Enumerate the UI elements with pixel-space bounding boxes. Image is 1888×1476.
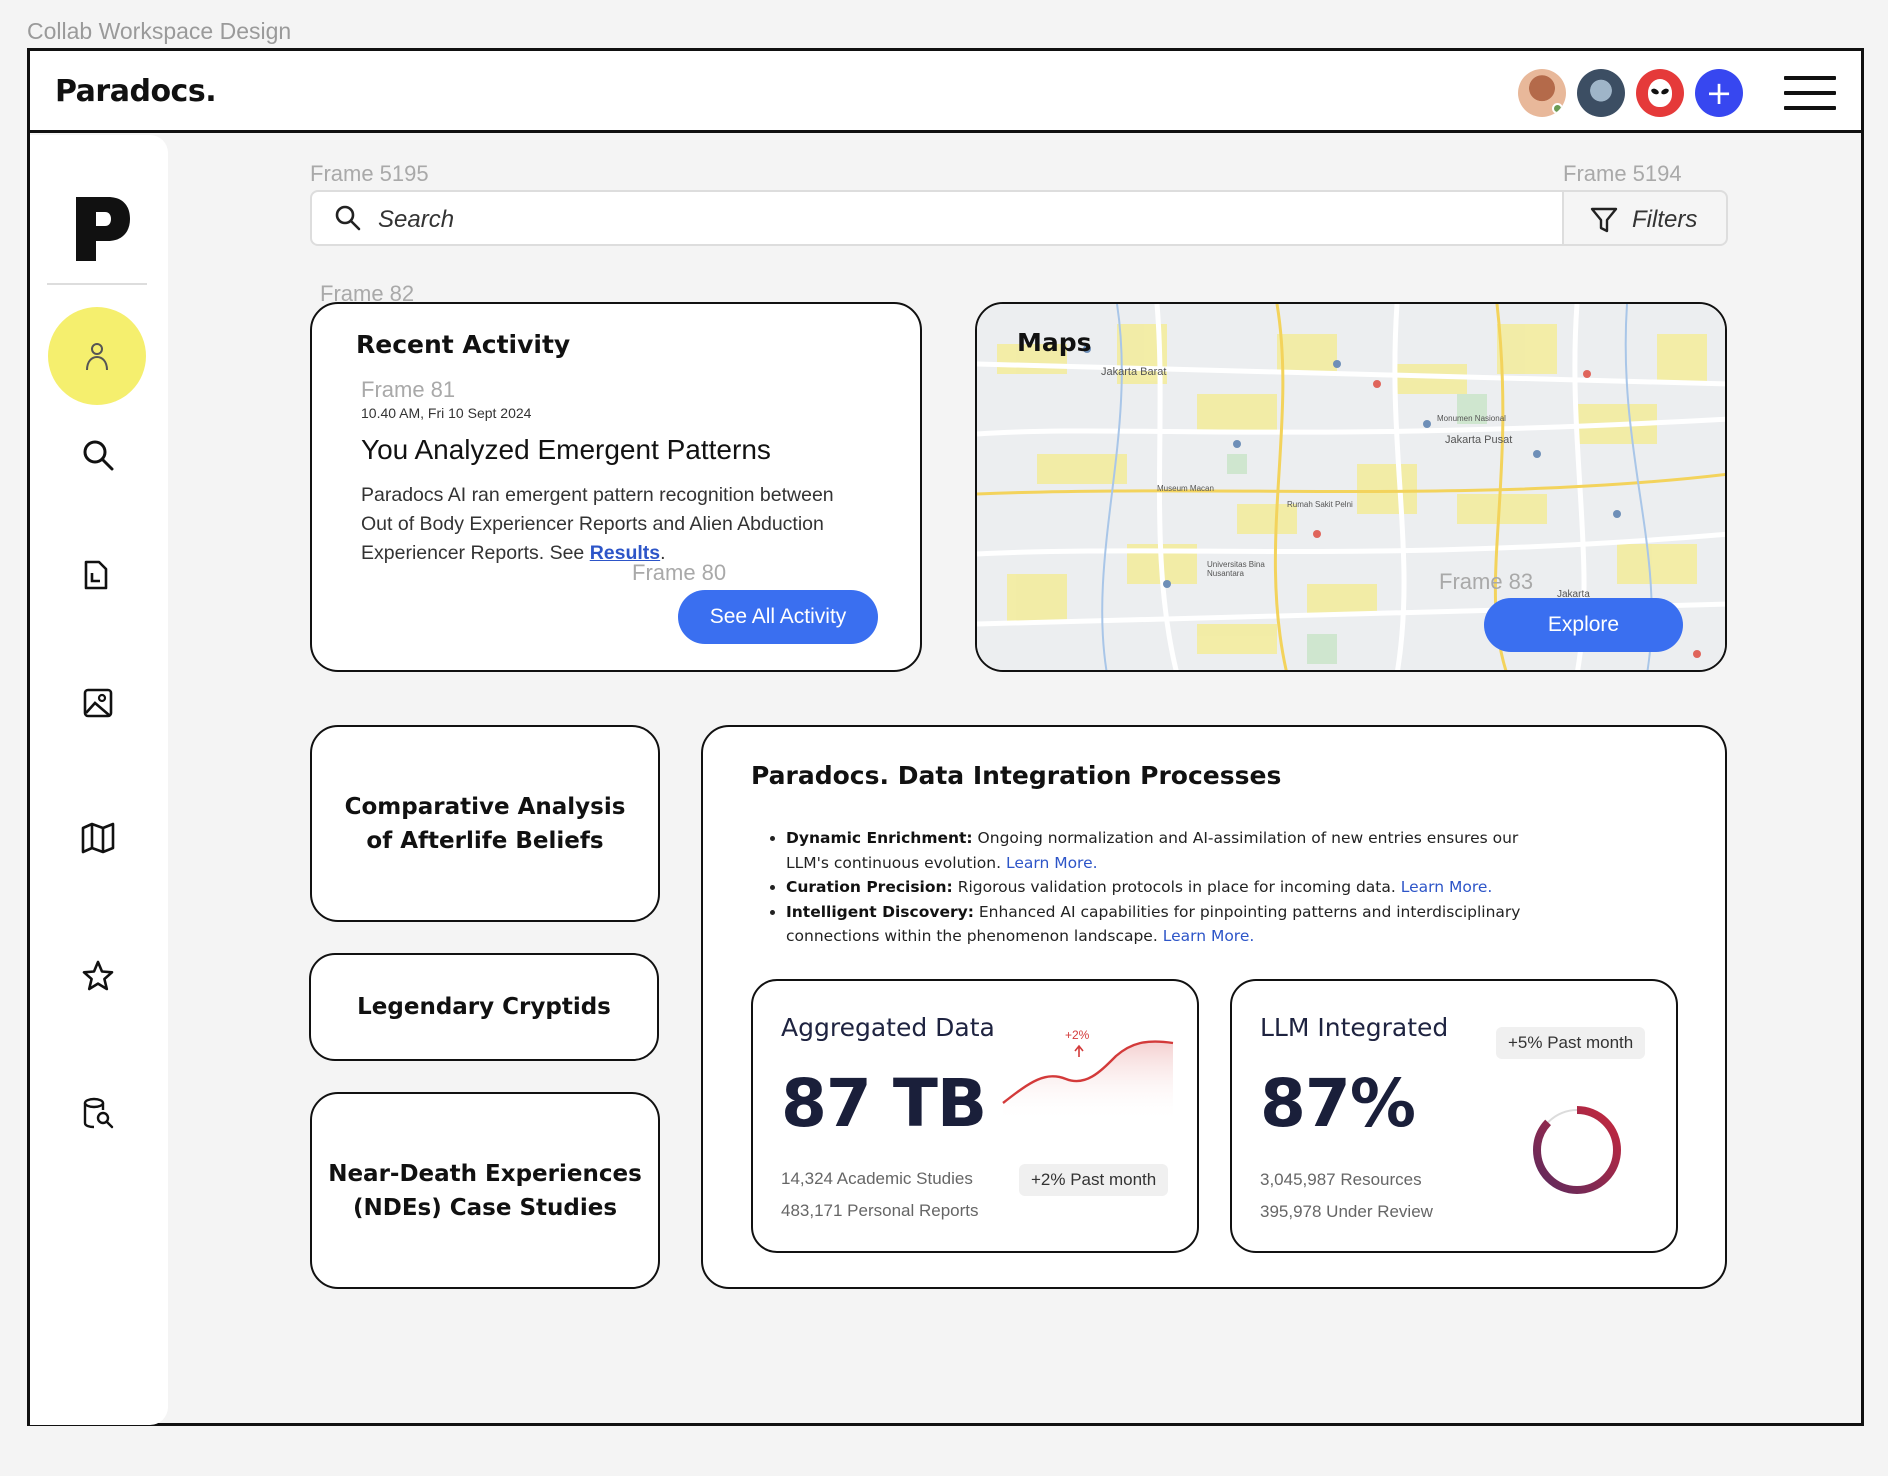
learn-more-link[interactable]: Learn More.: [1163, 927, 1255, 945]
image-icon: [83, 688, 113, 718]
stat-detail: 14,324 Academic Studies: [781, 1169, 973, 1188]
sidebar-item-maps[interactable]: [78, 818, 118, 858]
stat-value: 87 TB: [781, 1065, 987, 1142]
user-avatar-alien[interactable]: [1636, 69, 1684, 117]
up-arrow-icon: [1074, 1044, 1084, 1057]
stat-detail: 3,045,987 Resources: [1260, 1170, 1422, 1189]
filter-icon: [1590, 207, 1618, 233]
sidebar-item-profile[interactable]: [48, 307, 146, 405]
map-label: Jakarta Pusat: [1445, 434, 1513, 446]
collaborator-avatars: +: [1518, 69, 1743, 117]
integration-bullet: Dynamic Enrichment: Ongoing normalizatio…: [786, 826, 1566, 875]
sidebar-item-favorites[interactable]: [78, 956, 118, 996]
app-logo[interactable]: Paradocs.: [55, 74, 217, 109]
aggregated-data-stat: Aggregated Data 87 TB +2% 14,324 Academi…: [751, 979, 1199, 1253]
search-icon: [83, 440, 114, 471]
map-icon: [81, 822, 115, 854]
frame-label-activity-button: Frame 80: [632, 560, 727, 585]
recent-activity-card: Recent Activity Frame 81 10.40 AM, Fri 1…: [310, 302, 922, 672]
profile-icon: [86, 343, 108, 371]
see-all-activity-button[interactable]: See All Activity: [678, 590, 878, 644]
change-chip: +5% Past month: [1496, 1027, 1646, 1059]
search-bar[interactable]: Search: [310, 190, 1562, 246]
frame-label-filters: Frame 5194: [1563, 161, 1682, 186]
topic-title: Comparative Analysis of Afterlife Beliefs: [344, 793, 626, 854]
llm-integrated-stat: LLM Integrated +5% Past month 87% 3,045,…: [1230, 979, 1678, 1253]
frame-label-activity-item: Frame 81: [361, 377, 456, 402]
sidebar-item-database-search[interactable]: [78, 1093, 118, 1133]
alien-icon: [1648, 79, 1672, 107]
paradocs-p-logo[interactable]: [74, 195, 132, 263]
canvas-title: Collab Workspace Design: [27, 18, 292, 44]
database-search-icon: [83, 1097, 114, 1129]
sidebar-item-search[interactable]: [78, 435, 118, 475]
integration-bullets: Dynamic Enrichment: Ongoing normalizatio…: [786, 826, 1566, 949]
maps-title: Maps: [1017, 328, 1092, 357]
maps-card: Jakarta Barat Jakarta Pusat Monumen Nasi…: [975, 302, 1727, 672]
map-label: Rumah Sakit Pelni: [1287, 500, 1353, 509]
data-integration-card: Paradocs. Data Integration Processes Dyn…: [701, 725, 1727, 1289]
topic-card-afterlife[interactable]: Comparative Analysis of Afterlife Beliefs: [310, 725, 660, 922]
trend-label: +2%: [1065, 1028, 1090, 1042]
star-icon: [82, 960, 114, 991]
sidebar-divider: [47, 283, 147, 285]
hamburger-menu-icon[interactable]: [1784, 76, 1836, 110]
filters-button[interactable]: Filters: [1562, 190, 1728, 246]
frame-label-search: Frame 5195: [310, 161, 429, 186]
learn-more-link[interactable]: Learn More.: [1006, 854, 1098, 872]
map-label: Museum Macan: [1157, 484, 1214, 493]
document-icon: [84, 560, 108, 590]
change-chip: +2% Past month: [1019, 1164, 1169, 1196]
activity-description: Paradocs AI ran emergent pattern recogni…: [361, 481, 861, 568]
sidebar-item-documents[interactable]: [76, 555, 116, 595]
user-avatar-1[interactable]: [1518, 69, 1566, 117]
stat-detail: 395,978 Under Review: [1260, 1202, 1433, 1221]
search-icon: [335, 205, 361, 231]
activity-heading: You Analyzed Emergent Patterns: [361, 434, 771, 465]
topic-card-cryptids[interactable]: Legendary Cryptids: [309, 953, 659, 1061]
integration-title: Paradocs. Data Integration Processes: [751, 761, 1282, 790]
top-bar: Paradocs. +: [30, 51, 1861, 133]
stat-label: Aggregated Data: [781, 1013, 995, 1042]
learn-more-link[interactable]: Learn More.: [1401, 878, 1493, 896]
filters-label: Filters: [1632, 206, 1698, 233]
topic-title: Near-Death Experiences (NDEs) Case Studie…: [328, 1160, 642, 1221]
integration-bullet: Curation Precision: Rigorous validation …: [786, 875, 1566, 900]
stat-label: LLM Integrated: [1260, 1013, 1449, 1042]
stat-value: 87%: [1260, 1065, 1416, 1142]
add-collaborator-button[interactable]: +: [1695, 69, 1743, 117]
map-label: Monumen Nasional: [1437, 414, 1506, 423]
topic-card-nde[interactable]: Near-Death Experiences (NDEs) Case Studie…: [310, 1092, 660, 1289]
map-label: Jakarta Barat: [1101, 366, 1167, 378]
explore-button[interactable]: Explore: [1484, 598, 1683, 652]
activity-timestamp: 10.40 AM, Fri 10 Sept 2024: [361, 405, 532, 421]
frame-label-map-button: Frame 83: [1439, 569, 1534, 594]
online-status-dot: [1552, 103, 1563, 114]
trend-sparkline: +2%: [1002, 1028, 1174, 1121]
sidebar-item-images[interactable]: [78, 683, 118, 723]
recent-activity-title: Recent Activity: [356, 330, 571, 359]
progress-donut: [1533, 1106, 1621, 1194]
topic-title: Legendary Cryptids: [357, 994, 611, 1020]
integration-bullet: Intelligent Discovery: Enhanced AI capab…: [786, 900, 1566, 949]
sidebar: [30, 135, 168, 1425]
user-avatar-2[interactable]: [1577, 69, 1625, 117]
search-input[interactable]: Search: [378, 206, 454, 234]
stat-detail: 483,171 Personal Reports: [781, 1201, 979, 1220]
map-label: Universitas Bina Nusantara: [1207, 560, 1265, 578]
